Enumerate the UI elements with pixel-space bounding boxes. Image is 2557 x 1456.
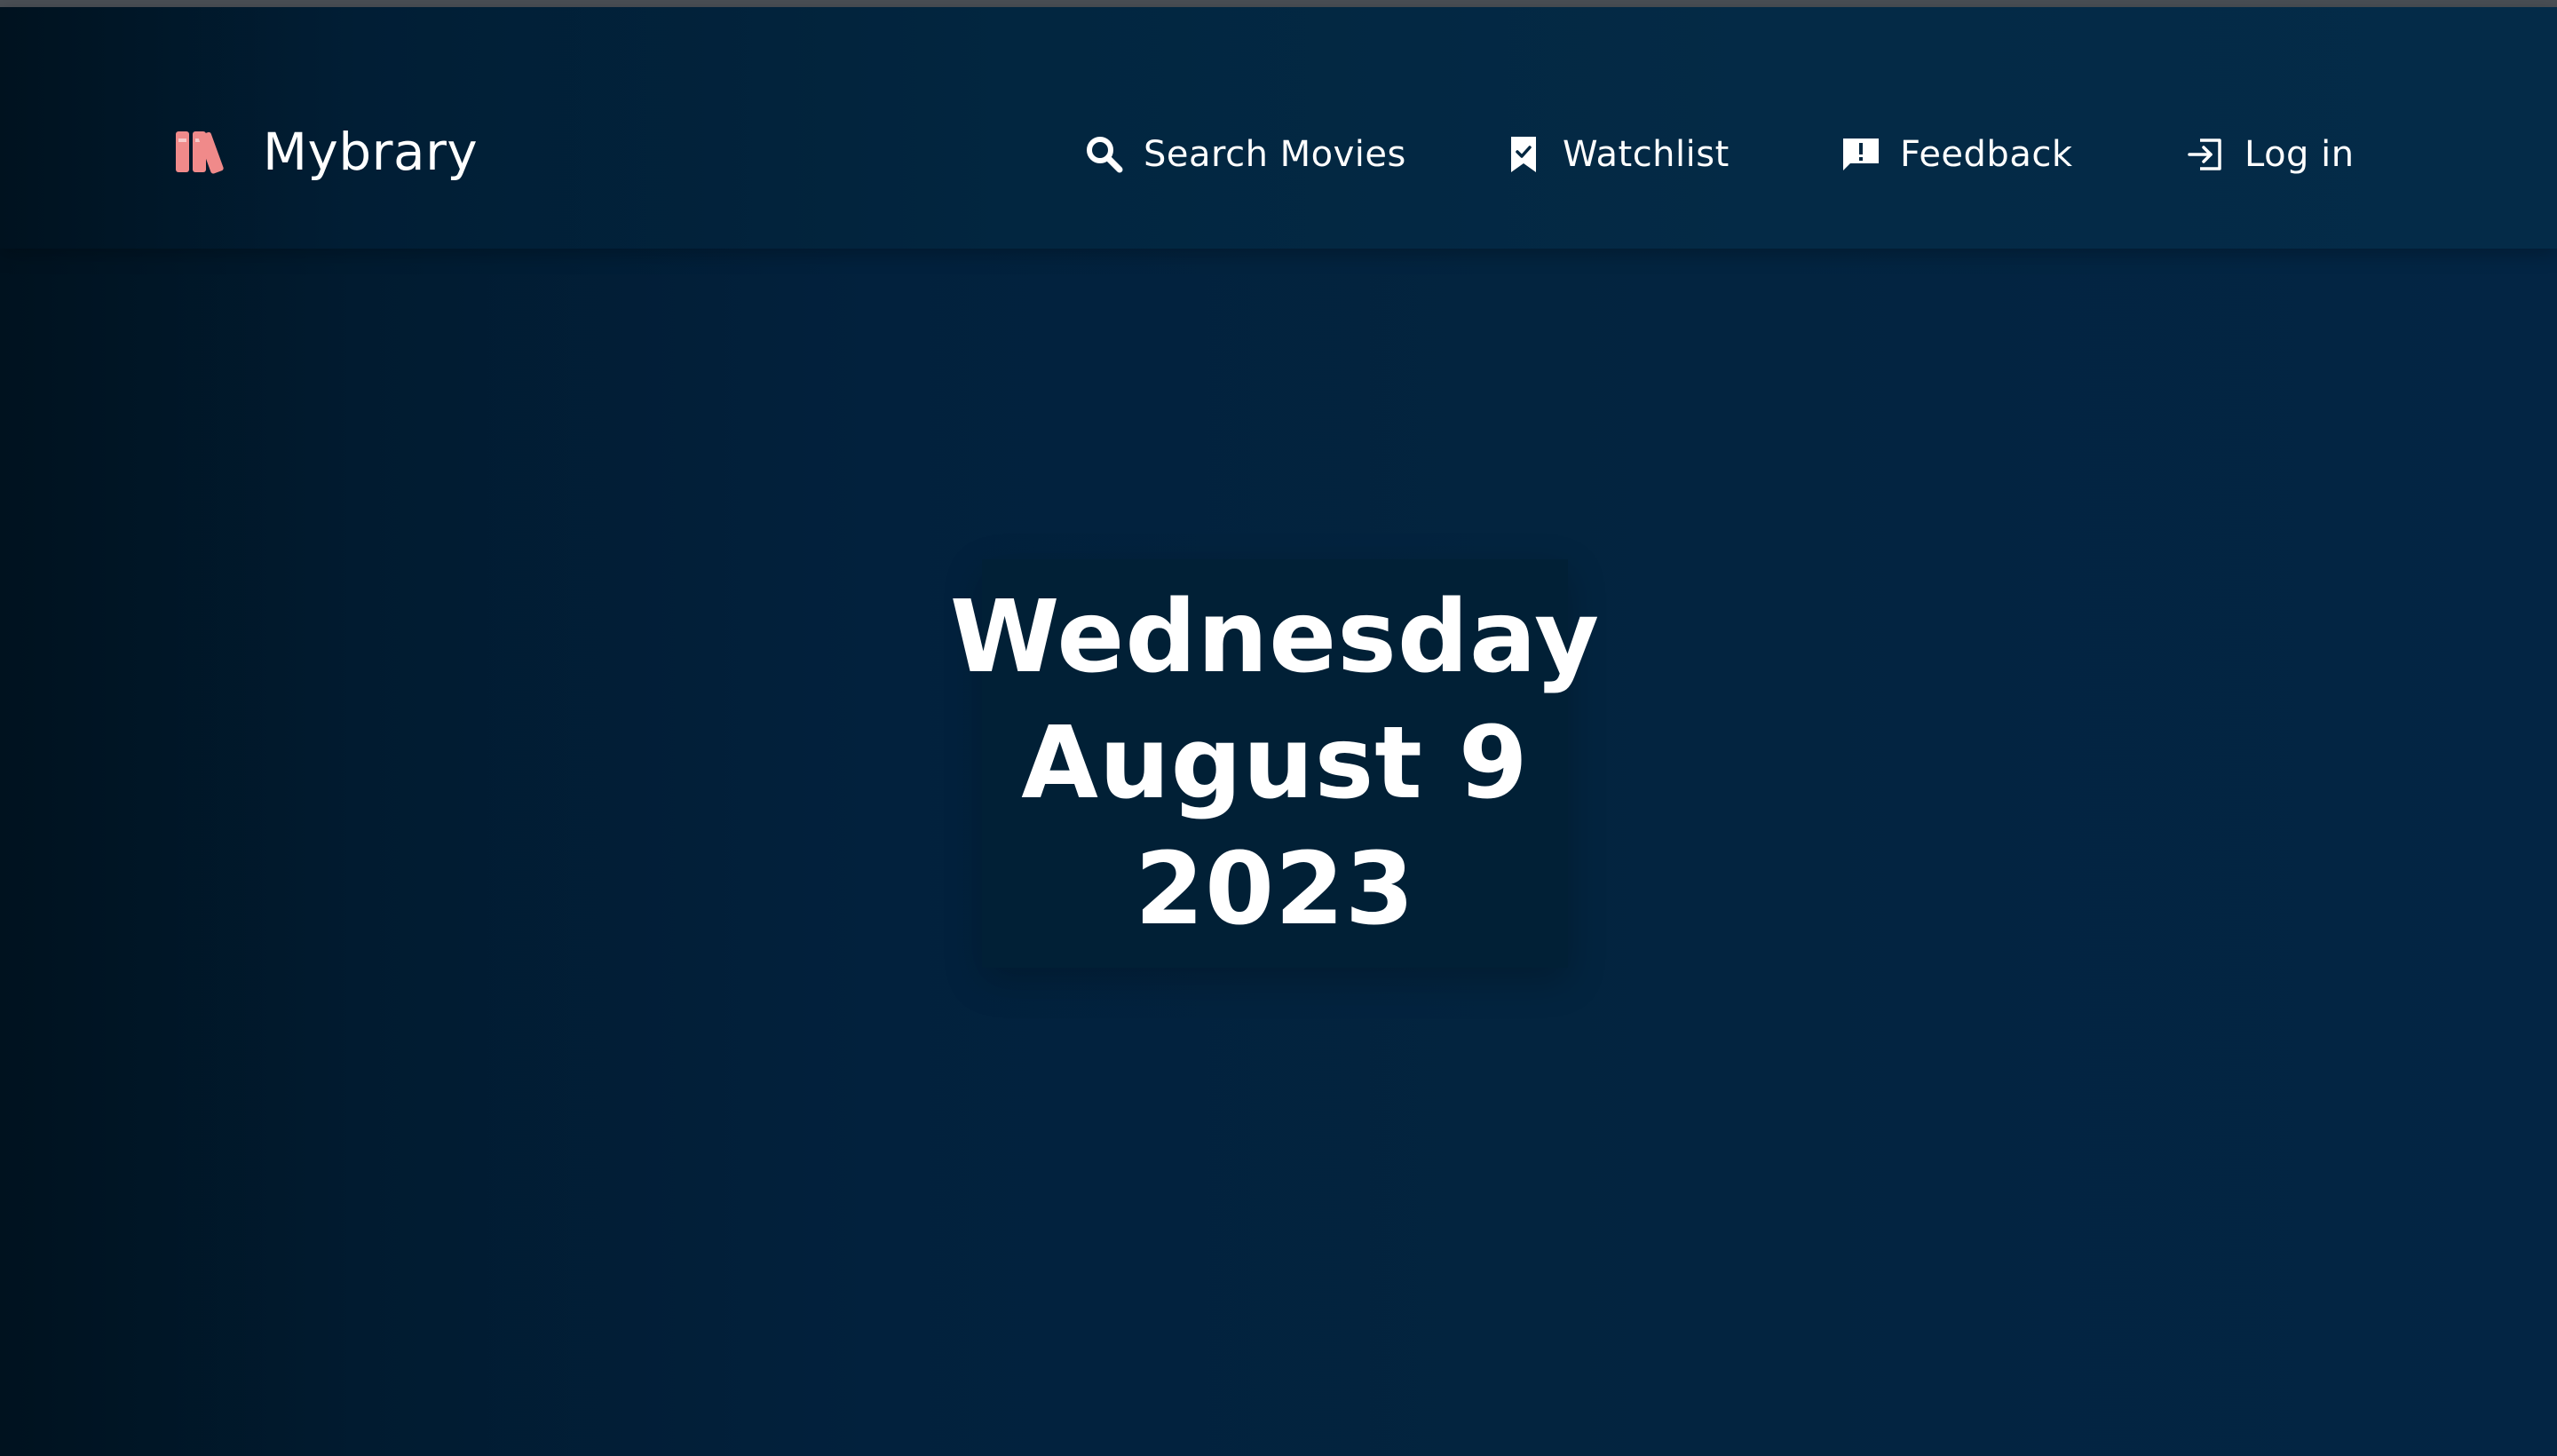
browser-top-strip (0, 0, 2557, 7)
nav-label-log-in: Log in (2244, 134, 2355, 175)
date-year: 2023 (1135, 832, 1415, 947)
login-icon (2188, 138, 2221, 170)
nav-feedback[interactable]: Feedback (1841, 128, 2073, 181)
navbar: Mybrary Search Movies Watchlist Feedback (0, 7, 2557, 249)
nav-label-search-movies: Search Movies (1144, 134, 1406, 175)
nav-label-watchlist: Watchlist (1563, 134, 1730, 175)
nav-search-movies[interactable]: Search Movies (1085, 128, 1406, 181)
nav-label-feedback: Feedback (1900, 134, 2073, 175)
brand-name: Mybrary (263, 122, 479, 182)
nav-log-in[interactable]: Log in (2186, 128, 2355, 181)
bookmark-check-icon (1511, 137, 1536, 172)
date-card: Wednesday August 9 2023 (950, 559, 1599, 968)
date-month-day: August 9 (1021, 706, 1529, 821)
books-icon (176, 131, 224, 174)
nav-watchlist[interactable]: Watchlist (1504, 128, 1730, 181)
date-weekday: Wednesday (949, 580, 1601, 695)
brand-link[interactable]: Mybrary (176, 123, 478, 181)
feedback-icon (1843, 138, 1879, 170)
search-icon (1087, 137, 1123, 173)
